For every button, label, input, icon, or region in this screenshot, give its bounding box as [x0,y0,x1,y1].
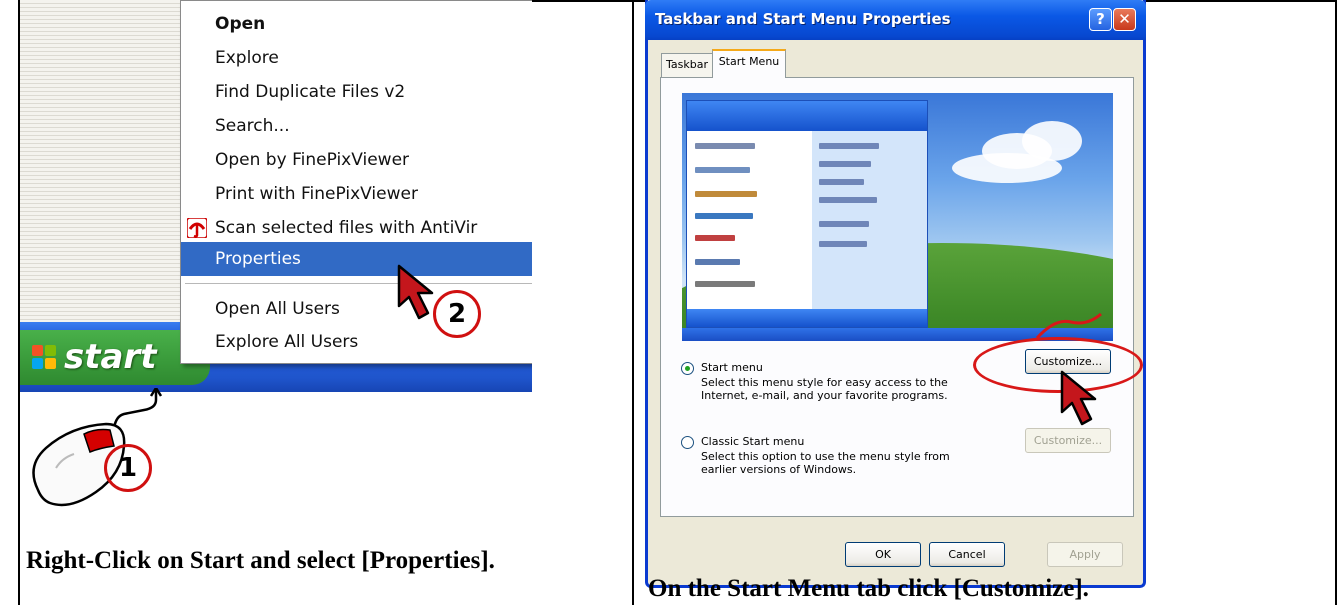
classic-option-desc-1: Select this option to use the menu style… [701,450,950,463]
menu-item-properties[interactable]: Properties [181,242,532,276]
start-menu-option-label: Start menu [701,361,763,374]
start-label: start [64,337,157,377]
step-2-badge: 2 [433,290,481,338]
desktop-screenshot: start Open Explore Find Duplicate Files … [20,0,532,392]
help-button[interactable]: ? [1089,8,1112,31]
menu-separator [185,283,532,284]
dialog-titlebar[interactable]: Taskbar and Start Menu Properties ? ✕ [645,0,1146,40]
taskbar-properties-dialog: Taskbar and Start Menu Properties ? ✕ Ta… [645,0,1146,588]
menu-item-search[interactable]: Search... [181,109,532,143]
start-menu-option-desc-1: Select this menu style for easy access t… [701,376,948,389]
classic-option-label: Classic Start menu [701,435,805,448]
menu-item-open-finepix[interactable]: Open by FinePixViewer [181,143,532,177]
mouse-illustration-icon [32,388,163,507]
right-caption: On the Start Menu tab click [Customize]. [648,575,1089,602]
close-button[interactable]: ✕ [1113,8,1136,31]
antivir-umbrella-icon [187,218,207,238]
menu-item-explore-all-users[interactable]: Explore All Users [181,325,532,359]
tab-start-menu[interactable]: Start Menu [712,49,786,78]
menu-item-scan-antivir[interactable]: Scan selected files with AntiVir [181,211,532,245]
start-menu-tab-page: Start menu Select this menu style for ea… [660,77,1134,517]
windows-flag-icon [32,345,56,369]
classic-option-desc-2: earlier versions of Windows. [701,463,857,476]
menu-item-explore[interactable]: Explore [181,41,532,75]
annotation-stroke [1035,312,1102,340]
background-window [20,0,180,322]
tab-taskbar[interactable]: Taskbar [661,53,713,77]
cancel-button[interactable]: Cancel [929,542,1005,567]
table-border-middle [632,0,634,605]
mouse-pointer-icon-2 [1060,370,1097,426]
left-caption: Right-Click on Start and select [Propert… [26,547,495,574]
menu-item-scan-antivir-label: Scan selected files with AntiVir [215,218,478,238]
start-menu-preview-image [682,93,1113,341]
dialog-title: Taskbar and Start Menu Properties [655,10,951,28]
ok-button[interactable]: OK [845,542,921,567]
classic-customize-button: Customize... [1025,428,1111,453]
step-1-badge: 1 [104,444,152,492]
start-menu-radio[interactable] [681,362,694,375]
menu-item-print-finepix[interactable]: Print with FinePixViewer [181,177,532,211]
classic-start-menu-radio[interactable] [681,436,694,449]
apply-button: Apply [1047,542,1123,567]
start-menu-option-desc-2: Internet, e-mail, and your favorite prog… [701,389,948,402]
menu-item-open[interactable]: Open [181,7,532,41]
preview-start-menu [686,100,928,328]
menu-item-find-duplicates[interactable]: Find Duplicate Files v2 [181,75,532,109]
